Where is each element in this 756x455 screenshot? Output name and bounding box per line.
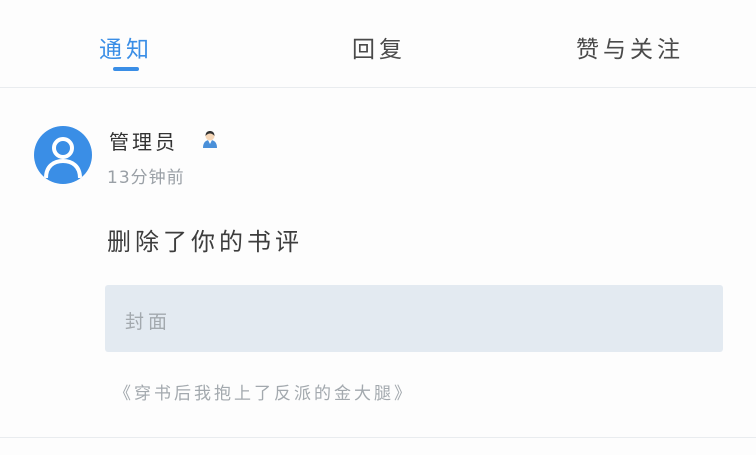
cover-label: 封面 (125, 311, 172, 333)
tab-likes-follows[interactable]: 赞与关注 (576, 30, 684, 66)
book-cover-placeholder[interactable]: 封面 (105, 285, 723, 352)
notification-time: 13分钟前 (107, 168, 185, 188)
tab-notifications[interactable]: 通知 (99, 30, 153, 66)
user-avatar-icon[interactable] (34, 126, 92, 184)
active-tab-indicator (113, 67, 139, 71)
notification-message: 删除了你的书评 (107, 228, 303, 256)
admin-person-icon (203, 131, 217, 148)
tab-bar: 通知 回复 赞与关注 (0, 0, 756, 88)
book-title[interactable]: 《穿书后我抱上了反派的金大腿》 (114, 379, 414, 404)
tab-replies[interactable]: 回复 (352, 30, 406, 66)
notification-item[interactable]: 管理员 13分钟前 删除了你的书评 封面 《穿书后我抱上了反派的金大腿》 (0, 88, 756, 438)
username[interactable]: 管理员 (109, 126, 178, 155)
